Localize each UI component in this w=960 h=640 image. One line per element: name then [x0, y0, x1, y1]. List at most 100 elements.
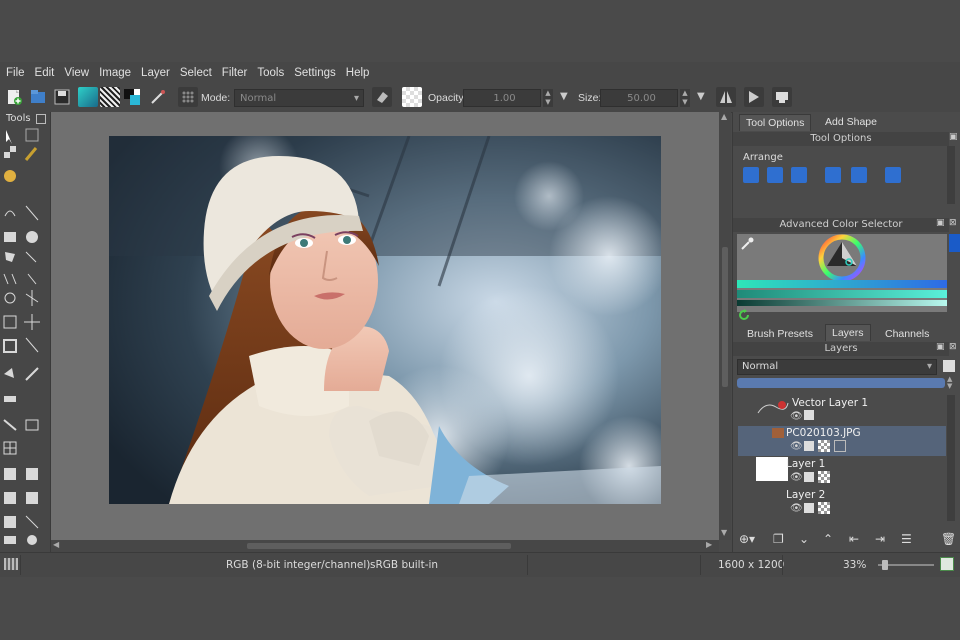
layer-row-2[interactable]: Layer 2 👁: [738, 488, 946, 518]
color-selector-float-icon[interactable]: ▣: [936, 218, 945, 228]
layers-scrollbar[interactable]: [947, 395, 955, 521]
tab-channels[interactable]: Channels: [879, 326, 935, 342]
menu-help[interactable]: Help: [346, 67, 370, 79]
visibility-eye-icon[interactable]: 👁: [790, 411, 803, 422]
brush-preview-icon[interactable]: [4, 558, 18, 570]
tab-tool-options[interactable]: Tool Options: [739, 114, 812, 131]
align-top-icon[interactable]: [743, 167, 759, 183]
layers-close-icon[interactable]: ⊠: [949, 342, 957, 352]
menu-select[interactable]: Select: [180, 67, 212, 79]
fit-to-view-icon[interactable]: [940, 557, 954, 571]
color-picker-icon[interactable]: [739, 236, 755, 252]
value-slider[interactable]: [737, 300, 947, 306]
lock-icon[interactable]: [804, 441, 814, 451]
menu-filter[interactable]: Filter: [222, 67, 248, 79]
layers-float-icon[interactable]: ▣: [936, 342, 945, 352]
visibility-eye-icon[interactable]: 👁: [790, 441, 803, 452]
bring-forward-icon[interactable]: [825, 167, 841, 183]
eraser-mode-icon[interactable]: [372, 87, 392, 107]
zoom-slider[interactable]: [878, 560, 934, 570]
pattern-icon[interactable]: [100, 87, 120, 107]
open-document-icon[interactable]: [28, 87, 48, 107]
size-slider[interactable]: 50.00: [600, 89, 678, 107]
menu-file[interactable]: File: [6, 67, 25, 79]
tab-add-shape[interactable]: Add Shape: [819, 114, 883, 130]
scroll-right-icon[interactable]: ▶: [706, 540, 712, 549]
saturation-slider[interactable]: [737, 290, 947, 298]
outdent-icon[interactable]: ⇥: [875, 532, 885, 546]
new-document-icon[interactable]: [4, 87, 24, 107]
duplicate-layer-icon[interactable]: ❐: [773, 532, 784, 546]
tab-layers[interactable]: Layers: [825, 324, 871, 341]
layer-row-photo[interactable]: PC020103.JPG 👁: [738, 426, 946, 456]
menu-tools[interactable]: Tools: [257, 67, 284, 79]
vector-layer-thumbnail: [757, 401, 789, 414]
lock-icon[interactable]: [804, 503, 814, 513]
foreground-color-swatch[interactable]: [949, 234, 960, 252]
send-backward-icon[interactable]: [851, 167, 867, 183]
mirror-vertical-icon[interactable]: [744, 87, 764, 107]
tab-brush-presets[interactable]: Brush Presets: [741, 326, 819, 342]
distribute-icon[interactable]: [885, 167, 901, 183]
alpha-lock-icon[interactable]: [818, 471, 830, 483]
menu-edit[interactable]: Edit: [35, 67, 55, 79]
align-bottom-icon[interactable]: [791, 167, 807, 183]
opacity-slider[interactable]: 1.00: [463, 89, 541, 107]
inherit-alpha-icon[interactable]: [834, 440, 846, 452]
add-layer-icon[interactable]: ⊕▾: [739, 532, 755, 546]
layer-name-vector: Vector Layer 1: [792, 397, 869, 409]
visibility-eye-icon[interactable]: 👁: [790, 503, 803, 514]
lock-icon[interactable]: [804, 410, 814, 420]
layer-row-vector[interactable]: Vector Layer 1 👁: [738, 395, 946, 425]
scroll-down-icon[interactable]: ▼: [721, 528, 727, 537]
visibility-eye-icon[interactable]: 👁: [790, 472, 803, 483]
layer-opacity-slider[interactable]: [737, 378, 945, 388]
menu-settings[interactable]: Settings: [294, 67, 336, 79]
horizontal-scrollbar[interactable]: ◀ ▶: [51, 540, 719, 552]
gradient-icon[interactable]: [78, 87, 98, 107]
preserve-alpha-icon[interactable]: [402, 87, 422, 107]
save-icon[interactable]: [52, 87, 72, 107]
zoom-slider-handle[interactable]: [882, 560, 888, 570]
layer-properties-icon[interactable]: [943, 360, 955, 372]
blend-mode-select[interactable]: Normal ▾: [234, 89, 364, 107]
layer-blend-mode-select[interactable]: Normal ▾: [737, 359, 937, 375]
opacity-spinner[interactable]: ▲ ▼: [543, 89, 553, 107]
menu-layer[interactable]: Layer: [141, 67, 170, 79]
alpha-lock-icon[interactable]: [818, 502, 830, 514]
layer-row-1[interactable]: Layer 1 👁: [738, 457, 946, 487]
alpha-lock-icon[interactable]: [818, 440, 830, 452]
size-spinner[interactable]: ▲ ▼: [680, 89, 690, 107]
menu-image[interactable]: Image: [99, 67, 131, 79]
lock-icon[interactable]: [804, 472, 814, 482]
canvas-image[interactable]: [109, 136, 661, 504]
horizontal-scroll-thumb[interactable]: [247, 543, 511, 549]
move-down-icon[interactable]: ⌄: [799, 532, 809, 546]
opacity-menu-icon[interactable]: ▼: [560, 91, 568, 102]
brush-preset-icon[interactable]: [148, 87, 168, 107]
layer-properties-button-icon[interactable]: ☰: [901, 532, 912, 546]
vertical-scrollbar[interactable]: ▲ ▼: [719, 112, 731, 540]
scroll-up-icon[interactable]: ▲: [721, 112, 727, 121]
size-menu-icon[interactable]: ▼: [697, 91, 705, 102]
tool-options-scrollbar[interactable]: [947, 146, 955, 204]
hue-slider[interactable]: [737, 280, 947, 288]
color-selector-close-icon[interactable]: ⊠: [949, 218, 957, 228]
align-middle-icon[interactable]: [767, 167, 783, 183]
move-up-icon[interactable]: ⌃: [823, 532, 833, 546]
float-icon[interactable]: [36, 114, 46, 124]
menu-view[interactable]: View: [64, 67, 89, 79]
layer-opacity-spinner[interactable]: ▲ ▼: [947, 376, 952, 390]
color-swatch-icon[interactable]: [122, 87, 142, 107]
tool-options-float-icon[interactable]: ▣: [949, 132, 958, 142]
workspace-icon[interactable]: [772, 87, 792, 107]
vertical-scroll-thumb[interactable]: [722, 247, 728, 387]
arrange-label: Arrange: [743, 152, 783, 163]
scroll-left-icon[interactable]: ◀: [53, 540, 59, 549]
refresh-icon[interactable]: [737, 308, 751, 322]
delete-layer-icon[interactable]: 🗑: [941, 532, 956, 546]
brush-editor-icon[interactable]: [178, 87, 198, 107]
mirror-horizontal-icon[interactable]: [716, 87, 736, 107]
color-wheel[interactable]: [818, 234, 866, 282]
indent-icon[interactable]: ⇤: [849, 532, 859, 546]
